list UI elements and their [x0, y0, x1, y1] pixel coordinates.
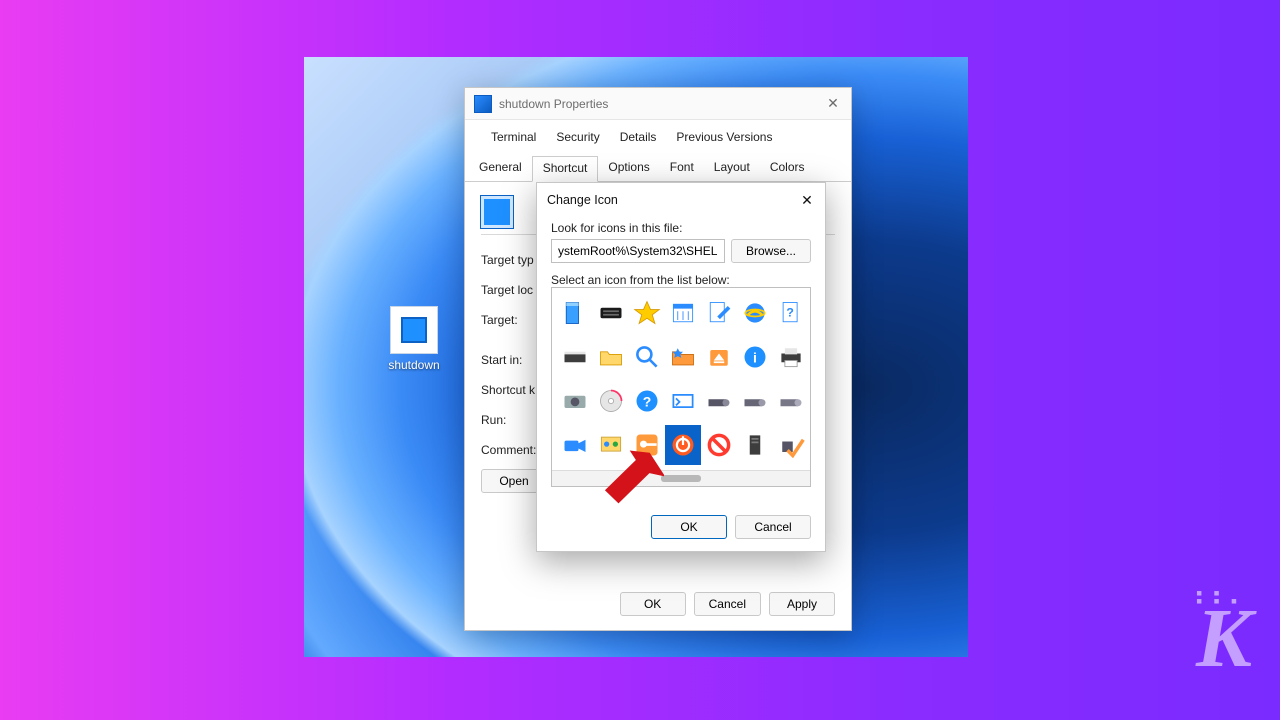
check-icon[interactable]: [774, 426, 808, 464]
tab-colors[interactable]: Colors: [760, 156, 815, 182]
browse-button[interactable]: Browse...: [731, 239, 811, 263]
properties-title: shutdown Properties: [499, 97, 815, 111]
change-icon-titlebar[interactable]: Change Icon ✕: [537, 183, 825, 217]
tab-security[interactable]: Security: [546, 126, 609, 150]
change-icon-dialog: Change Icon ✕ Look for icons in this fil…: [536, 182, 826, 552]
app-icon: [475, 96, 491, 112]
svg-text:?: ?: [643, 393, 652, 409]
scanner-icon[interactable]: [558, 338, 592, 376]
ie-icon[interactable]: [738, 294, 772, 332]
watermark-k-icon: ▪ ▪▪ ▪ ▪ K: [1196, 590, 1252, 672]
shortcut-label: shutdown: [376, 358, 452, 372]
ok-button[interactable]: OK: [620, 592, 686, 616]
projector-3-icon[interactable]: [774, 382, 808, 420]
cancel-button[interactable]: Cancel: [694, 592, 761, 616]
favorites-folder-icon[interactable]: [666, 338, 700, 376]
projector-2-icon[interactable]: [738, 382, 772, 420]
windows-desktop: shutdown shutdown Properties ✕ Terminal …: [304, 57, 968, 657]
control-panel-icon[interactable]: [594, 426, 628, 464]
properties-tabs-row2: General Shortcut Options Font Layout Col…: [465, 150, 851, 182]
shortcut-large-icon: [481, 196, 513, 228]
icon-path-input[interactable]: [551, 239, 725, 263]
change-icon-footer: OK Cancel: [651, 515, 811, 539]
help-doc-icon[interactable]: ?: [774, 294, 808, 332]
tab-previous-versions[interactable]: Previous Versions: [666, 126, 782, 150]
no-entry-icon[interactable]: [702, 426, 736, 464]
tab-terminal[interactable]: Terminal: [481, 126, 546, 150]
close-icon[interactable]: ✕: [815, 88, 851, 120]
ssd-icon[interactable]: [594, 294, 628, 332]
cd-icon[interactable]: [594, 382, 628, 420]
close-icon[interactable]: ✕: [789, 184, 825, 216]
change-icon-title: Change Icon: [547, 193, 789, 207]
info-icon[interactable]: i: [738, 338, 772, 376]
icon-list[interactable]: ? i ?: [551, 287, 811, 487]
select-icon-label: Select an icon from the list below:: [551, 273, 811, 287]
power-icon[interactable]: [666, 426, 700, 464]
key-icon[interactable]: [630, 426, 664, 464]
edit-doc-icon[interactable]: [702, 294, 736, 332]
magnifier-icon[interactable]: [630, 338, 664, 376]
more-icon[interactable]: [810, 294, 811, 332]
change-icon-body: Look for icons in this file: Browse... S…: [537, 217, 825, 499]
scrollbar-thumb[interactable]: [661, 475, 701, 482]
svg-text:i: i: [753, 349, 757, 365]
properties-titlebar[interactable]: shutdown Properties ✕: [465, 88, 851, 120]
tab-shortcut[interactable]: Shortcut: [532, 156, 599, 182]
cancel-button[interactable]: Cancel: [735, 515, 811, 539]
calendar-icon[interactable]: [666, 294, 700, 332]
more3-icon[interactable]: [810, 382, 811, 420]
eject-icon[interactable]: [702, 338, 736, 376]
desktop-shortcut-shutdown[interactable]: shutdown: [376, 306, 452, 372]
tab-general[interactable]: General: [469, 156, 532, 182]
server-icon[interactable]: [738, 426, 772, 464]
magenta-frame: shutdown shutdown Properties ✕ Terminal …: [0, 0, 1280, 720]
ok-button[interactable]: OK: [651, 515, 727, 539]
apply-button[interactable]: Apply: [769, 592, 835, 616]
star-icon[interactable]: [630, 294, 664, 332]
icon-list-scrollbar[interactable]: [552, 470, 810, 486]
question-icon[interactable]: ?: [630, 382, 664, 420]
tab-details[interactable]: Details: [610, 126, 667, 150]
doc-more-icon[interactable]: [810, 426, 811, 464]
printer-icon[interactable]: [774, 338, 808, 376]
folder-icon[interactable]: [594, 338, 628, 376]
camera-icon[interactable]: [558, 382, 592, 420]
tab-options[interactable]: Options: [598, 156, 659, 182]
shortcut-file-icon: [390, 306, 438, 354]
svg-text:?: ?: [786, 306, 793, 320]
projector-1-icon[interactable]: [702, 382, 736, 420]
shortcut-glyph: [401, 317, 427, 343]
run-icon[interactable]: [666, 382, 700, 420]
drive-icon[interactable]: [558, 294, 592, 332]
icon-grid: ? i ?: [552, 288, 810, 472]
properties-footer: OK Cancel Apply: [620, 592, 835, 616]
look-for-icons-label: Look for icons in this file:: [551, 221, 811, 235]
camcorder-icon[interactable]: [558, 426, 592, 464]
tab-layout[interactable]: Layout: [704, 156, 760, 182]
properties-tabs-row1: Terminal Security Details Previous Versi…: [465, 120, 851, 150]
tab-font[interactable]: Font: [660, 156, 704, 182]
more2-icon[interactable]: [810, 338, 811, 376]
